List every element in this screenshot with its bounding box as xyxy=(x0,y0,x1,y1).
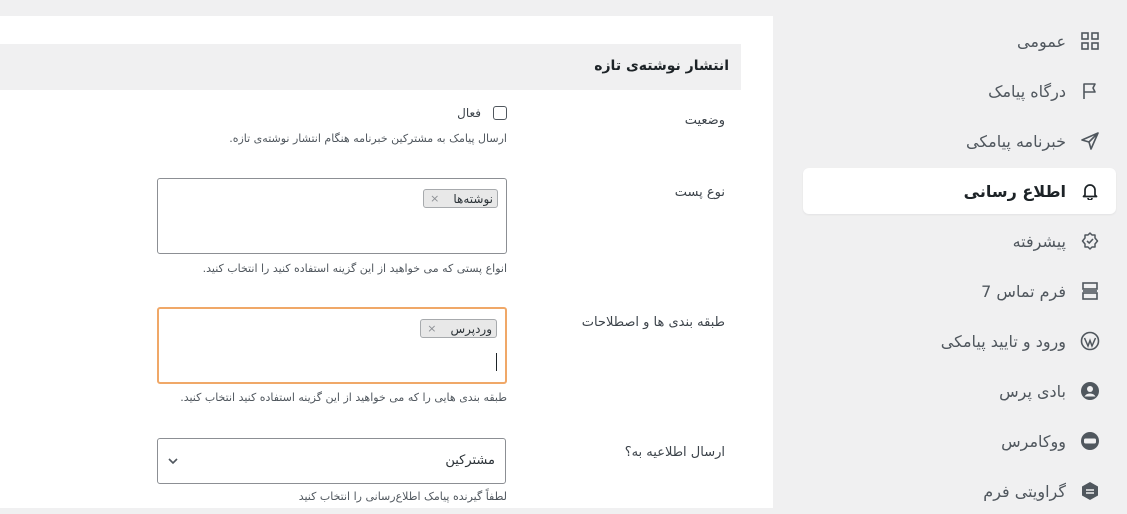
taxonomy-description: طبقه بندی هایی را که می خواهید از این گز… xyxy=(180,391,507,404)
sidebar-item-label: گراویتی فرم xyxy=(983,481,1066,501)
send-to-description: لطفاً گیرنده پیامک اطلاع‌رسانی را انتخاب… xyxy=(298,490,507,503)
sidebar-item-woocommerce[interactable]: ووکامرس xyxy=(803,418,1116,464)
status-checkbox-row[interactable]: فعال xyxy=(457,106,507,120)
sidebar-item-label: درگاه پیامک xyxy=(988,81,1066,101)
chip-remove-icon[interactable]: × xyxy=(427,322,436,335)
status-description: ارسال پیامک به مشترکین خبرنامه هنگام انت… xyxy=(229,132,507,145)
badge-check-icon xyxy=(1080,231,1100,251)
chip-remove-icon[interactable]: × xyxy=(430,192,439,205)
send-to-selected-value: مشترکین xyxy=(445,453,495,468)
sidebar-item-sms-gateway[interactable]: درگاه پیامک xyxy=(803,68,1116,114)
sidebar-item-label: بادی پرس xyxy=(999,381,1066,401)
chevron-down-icon xyxy=(168,458,178,465)
taxonomy-chip-label: وردپرس xyxy=(450,321,492,336)
settings-sidebar: عمومی درگاه پیامک خبرنامه پیامکی اطلاع ر… xyxy=(773,0,1127,508)
sidebar-item-label: ورود و تایید پیامکی xyxy=(940,331,1066,351)
post-type-description: انواع پستی که می خواهید از این گزینه است… xyxy=(202,262,507,275)
status-checkbox-label[interactable]: فعال xyxy=(457,106,481,120)
post-type-chip-label: نوشته‌ها xyxy=(453,191,493,206)
grid-icon xyxy=(1080,31,1100,51)
post-type-chip: نوشته‌ها × xyxy=(423,189,498,208)
gravityforms-icon xyxy=(1080,481,1100,501)
woocommerce-icon xyxy=(1080,431,1100,451)
sidebar-item-label: ووکامرس xyxy=(1001,431,1066,451)
section-header: انتشار نوشته‌ی تازه xyxy=(0,44,741,90)
send-to-label: ارسال اطلاعیه به؟ xyxy=(624,445,725,460)
form-icon xyxy=(1080,281,1100,301)
post-type-label: نوع پست xyxy=(674,185,725,200)
sidebar-item-label: عمومی xyxy=(1017,31,1066,51)
taxonomy-multiselect[interactable]: وردپرس × xyxy=(157,307,507,384)
send-icon xyxy=(1080,131,1100,151)
send-to-select[interactable]: مشترکین xyxy=(157,438,506,484)
sidebar-item-sms-newsletter[interactable]: خبرنامه پیامکی xyxy=(803,118,1116,164)
section-title: انتشار نوشته‌ی تازه xyxy=(594,58,729,74)
sidebar-item-label: خبرنامه پیامکی xyxy=(965,131,1066,151)
sidebar-item-sms-login[interactable]: ورود و تایید پیامکی xyxy=(803,318,1116,364)
sidebar-item-label: اطلاع رسانی xyxy=(963,181,1066,201)
bell-icon xyxy=(1080,181,1100,201)
settings-panel: انتشار نوشته‌ی تازه وضعیت فعال ارسال پیا… xyxy=(0,16,773,508)
sidebar-item-advanced[interactable]: پیشرفته xyxy=(803,218,1116,264)
text-caret xyxy=(496,353,497,371)
sidebar-item-general[interactable]: عمومی xyxy=(803,18,1116,64)
taxonomy-chip: وردپرس × xyxy=(420,319,497,338)
sidebar-item-label: فرم تماس 7 xyxy=(981,281,1066,301)
buddypress-icon xyxy=(1080,381,1100,401)
post-type-multiselect[interactable]: نوشته‌ها × xyxy=(157,178,507,254)
status-label: وضعیت xyxy=(684,113,725,128)
status-checkbox[interactable] xyxy=(493,106,507,120)
sidebar-item-buddypress[interactable]: بادی پرس xyxy=(803,368,1116,414)
taxonomy-label: طبقه بندی ها و اصطلاحات xyxy=(581,315,725,330)
sidebar-item-label: پیشرفته xyxy=(1012,231,1066,251)
wordpress-icon xyxy=(1080,331,1100,351)
sidebar-item-notifications[interactable]: اطلاع رسانی xyxy=(803,168,1116,214)
sidebar-item-contact-form-7[interactable]: فرم تماس 7 xyxy=(803,268,1116,314)
sidebar-item-gravity-forms[interactable]: گراویتی فرم xyxy=(803,468,1116,514)
flag-icon xyxy=(1080,81,1100,101)
